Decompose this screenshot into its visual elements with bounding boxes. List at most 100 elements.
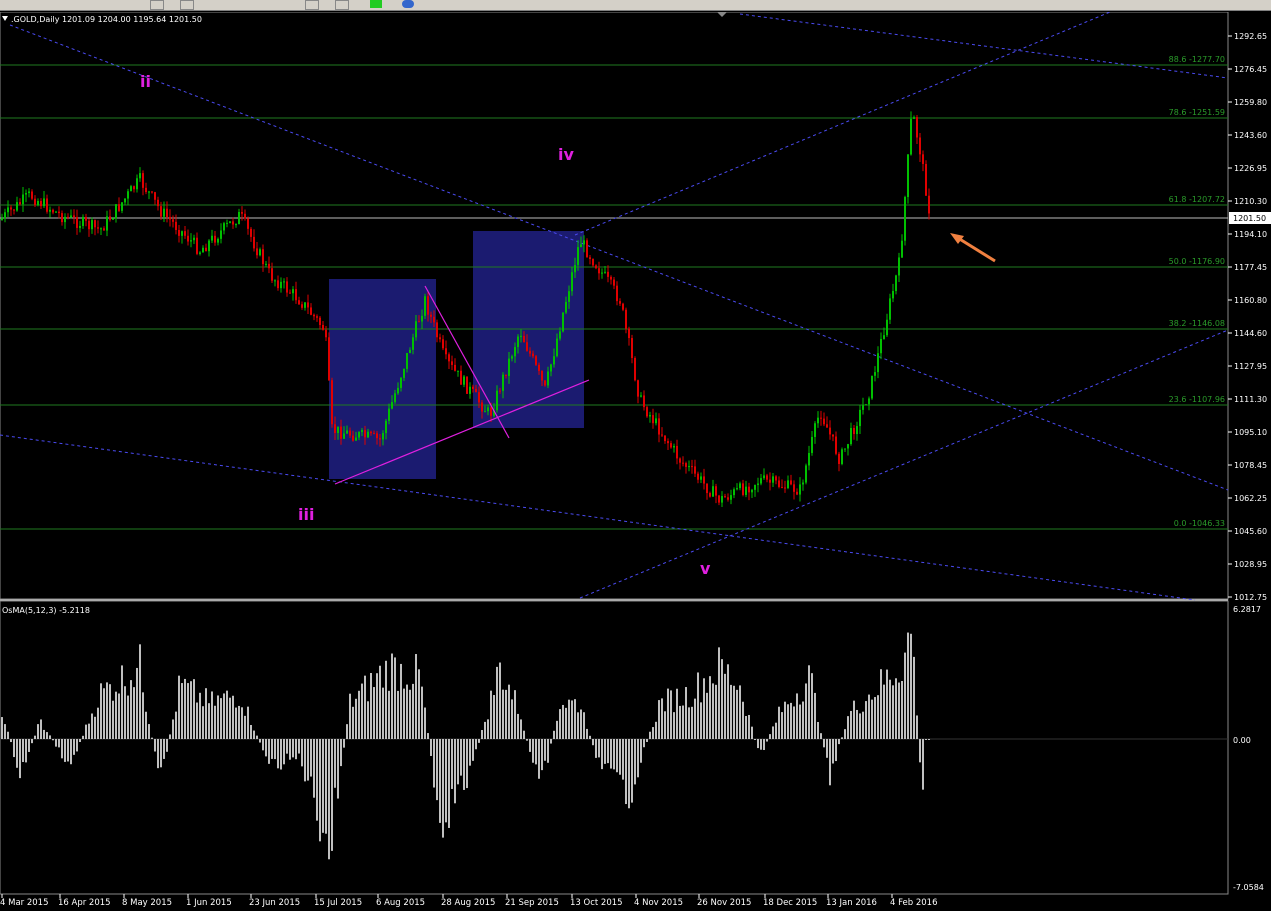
candle <box>925 163 927 196</box>
candle <box>145 187 147 193</box>
candle <box>64 216 66 223</box>
osma-bar <box>661 698 663 739</box>
candle <box>559 331 561 339</box>
osma-bar <box>439 739 441 823</box>
candle <box>151 191 153 193</box>
add-icon[interactable] <box>370 0 382 8</box>
osma-bar <box>100 683 102 739</box>
osma-bar <box>736 689 738 739</box>
osma-bar <box>247 706 249 739</box>
osma-bar <box>748 714 750 739</box>
osma-bar <box>622 739 624 780</box>
osma-bar <box>898 682 900 739</box>
candle <box>853 427 855 435</box>
candle <box>91 220 93 230</box>
osma-bar <box>64 739 66 762</box>
wave-label-ii: ii <box>140 72 151 91</box>
price-axis: 1292.65 1276.45 1259.80 1243.60 1226.95 1210.… <box>1228 32 1267 602</box>
toolbar-button[interactable] <box>180 0 194 10</box>
candle <box>187 235 189 242</box>
osma-bar <box>838 739 840 745</box>
candle <box>169 216 171 220</box>
osma-bar <box>577 712 579 739</box>
candle <box>502 374 504 391</box>
osma-bar <box>445 739 447 823</box>
fib-label: 23.6 -1107.96 <box>1169 395 1225 404</box>
candle <box>550 364 552 372</box>
symbol-header: .GOLD,Daily 1201.09 1204.00 1195.64 1201… <box>11 15 202 24</box>
candle <box>322 324 324 330</box>
candle <box>505 374 507 376</box>
candle <box>25 193 27 195</box>
osma-bar <box>763 739 765 751</box>
price-tick: 1045.60 <box>1234 527 1267 536</box>
candle <box>847 444 849 449</box>
candle <box>565 301 567 313</box>
candle <box>118 204 120 211</box>
toolbar-button[interactable] <box>305 0 319 10</box>
candle <box>391 402 393 409</box>
candle <box>220 230 222 239</box>
osma-bar <box>703 678 705 739</box>
candle <box>376 433 378 439</box>
osma-bar <box>589 735 591 739</box>
osma-bar <box>613 739 615 770</box>
candle <box>619 301 621 304</box>
osma-bar <box>565 707 567 739</box>
toolbar-button[interactable] <box>335 0 349 10</box>
osma-bar <box>139 644 141 739</box>
candle <box>421 315 423 322</box>
candle <box>811 436 813 453</box>
osma-bar <box>913 656 915 739</box>
candle <box>295 289 297 301</box>
osma-bar <box>787 704 789 739</box>
osma-bar <box>373 687 375 739</box>
candle <box>466 376 468 394</box>
price-tick: 1160.80 <box>1234 296 1267 305</box>
osma-bar <box>673 712 675 739</box>
candle <box>604 271 606 273</box>
osma-bar <box>55 739 57 747</box>
candle <box>553 356 555 365</box>
candle <box>136 178 138 190</box>
navigator-icon[interactable] <box>402 0 414 8</box>
osma-bar <box>334 739 336 788</box>
candle <box>238 212 240 225</box>
candle <box>580 244 582 248</box>
osma-bar <box>472 739 474 761</box>
candle <box>769 479 771 483</box>
osma-bar <box>421 686 423 739</box>
osma-bar <box>919 739 921 763</box>
candle <box>205 247 207 252</box>
osma-bar <box>391 653 393 739</box>
osma-bar <box>376 673 378 739</box>
toolbar-button[interactable] <box>150 0 164 10</box>
osma-bar <box>118 693 120 739</box>
date-tick: 4 Feb 2016 <box>890 898 938 907</box>
candle <box>658 418 660 435</box>
osma-bar <box>289 739 291 760</box>
chart-window[interactable]: 88.6 -1277.70 78.6 -1251.59 61.8 -1207.7… <box>0 11 1271 908</box>
osma-bar <box>685 687 687 739</box>
osma-bar <box>28 739 30 752</box>
osma-bar <box>214 705 216 739</box>
candle <box>463 376 465 385</box>
osma-bar <box>223 693 225 739</box>
osma-bar <box>328 739 330 860</box>
osma-bar <box>658 700 660 739</box>
osma-bar <box>643 739 645 748</box>
osma-bar <box>166 739 168 752</box>
price-tick: 1210.30 <box>1234 197 1267 206</box>
osma-bar <box>70 739 72 765</box>
osma-bar <box>253 730 255 739</box>
osma-bar <box>772 726 774 739</box>
osma-bar <box>859 713 861 739</box>
osma-bar <box>508 684 510 739</box>
candle <box>325 329 327 338</box>
price-tick: 1095.10 <box>1234 428 1267 437</box>
candle <box>199 252 201 254</box>
osma-bar <box>634 739 636 785</box>
osma-bar <box>928 739 930 740</box>
osma-bar <box>205 688 207 739</box>
indicator-title: OsMA(5,12,3) -5.2118 <box>2 606 90 615</box>
